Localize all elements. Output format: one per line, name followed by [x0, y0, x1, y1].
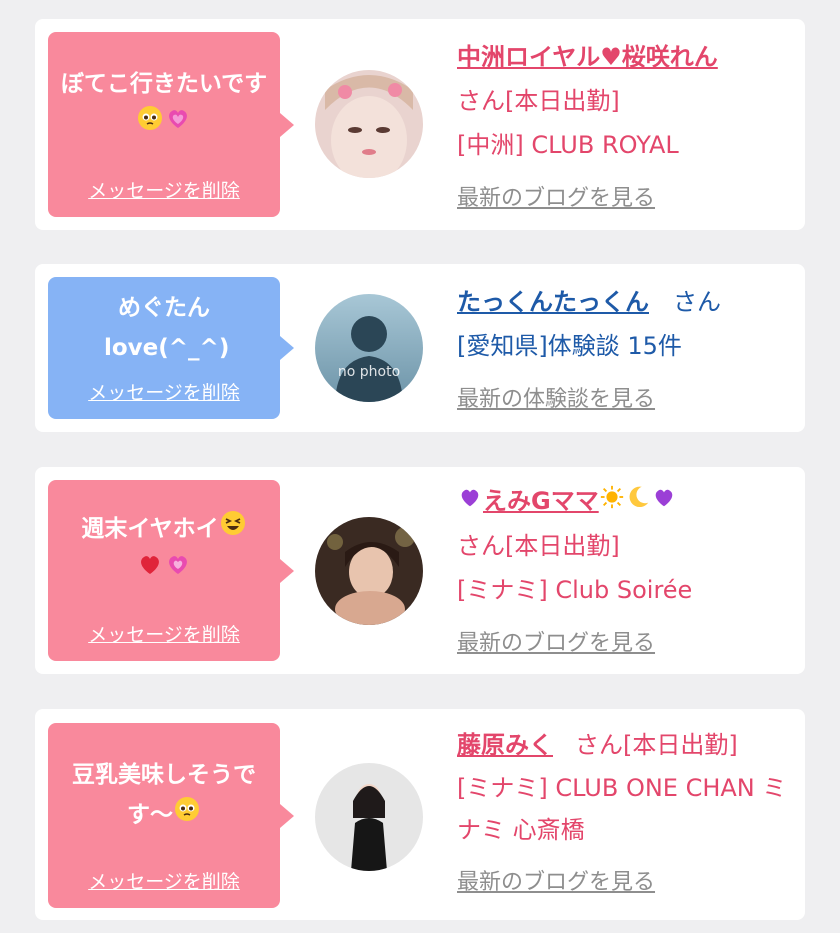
purple-heart-icon	[457, 480, 483, 524]
profile-info: たっくんたっくん さん [愛知県]体験談 15件 最新の体験談を見る	[457, 280, 797, 422]
latest-blog-link[interactable]: 最新のブログを見る	[457, 870, 655, 895]
pleading-face-icon	[173, 795, 201, 836]
message-card: めぐたん love(^_^) メッセージを削除 no photo たっくんたっく…	[35, 264, 805, 432]
no-photo-label: no photo	[337, 364, 401, 380]
avatar[interactable]	[315, 517, 423, 625]
profile-info: 藤原みく さん[本日出勤] [ミナミ] CLUB ONE CHAN ミナミ 心斎橋…	[457, 723, 797, 905]
shop-info: [ミナミ] Club Soirée	[457, 576, 693, 604]
growing-heart-icon	[164, 550, 192, 591]
delete-message-link[interactable]: メッセージを削除	[88, 378, 240, 405]
message-bubble: ぼてこ行きたいです メッセージを削除	[48, 32, 294, 217]
sparkling-heart-icon	[164, 104, 192, 145]
shop-info: [中洲] CLUB ROYAL	[457, 131, 679, 159]
profile-name-text: えみGママ	[483, 487, 599, 515]
latest-blog-link[interactable]: 最新のブログを見る	[457, 631, 655, 656]
avatar[interactable]	[315, 763, 423, 871]
pleading-face-icon	[136, 104, 164, 145]
name-suffix: さん[本日出勤]	[457, 532, 620, 560]
red-heart-icon	[136, 550, 164, 591]
message-text: 豆乳美味しそうです〜	[72, 761, 256, 828]
grinning-squinting-face-icon	[219, 509, 247, 550]
message-bubble: 豆乳美味しそうです〜 メッセージを削除	[48, 723, 294, 908]
profile-name-link[interactable]: 藤原みく	[457, 731, 553, 759]
crescent-moon-icon	[625, 480, 651, 524]
message-text-wrap: ぼてこ行きたいです	[48, 32, 280, 176]
sun-icon	[599, 480, 625, 524]
message-text: ぼてこ行きたいです	[60, 70, 268, 97]
name-suffix: さん	[673, 288, 721, 316]
message-list: ぼてこ行きたいです メッセージを削除 中洲ロイヤル♥桜咲れん さん[本日出勤] …	[0, 0, 840, 933]
avatar-no-photo[interactable]: no photo	[315, 294, 423, 402]
delete-message-link[interactable]: メッセージを削除	[88, 176, 240, 203]
delete-message-link[interactable]: メッセージを削除	[88, 620, 240, 647]
message-text-wrap: 週末イヤホイ	[71, 480, 256, 620]
message-card: 豆乳美味しそうです〜 メッセージを削除 藤原みく さん[本日出勤] [ミナミ] C…	[35, 709, 805, 920]
profile-name-link[interactable]: 中洲ロイヤル♥桜咲れん	[457, 43, 718, 71]
profile-info: 中洲ロイヤル♥桜咲れん さん[本日出勤] [中洲] CLUB ROYAL 最新の…	[457, 35, 797, 221]
latest-review-link[interactable]: 最新の体験談を見る	[457, 387, 655, 412]
message-card: 週末イヤホイ メッセージを削除 えみGママ さん[本日出勤] [ミナミ] Clu…	[35, 467, 805, 674]
message-bubble: 週末イヤホイ メッセージを削除	[48, 480, 294, 661]
message-text-wrap: めぐたん love(^_^)	[94, 277, 234, 378]
profile-name-link[interactable]: たっくんたっくん	[457, 288, 649, 316]
name-suffix: さん[本日出勤]	[457, 87, 620, 115]
profile-name-link[interactable]: えみGママ	[457, 485, 677, 515]
avatar[interactable]	[315, 70, 423, 178]
message-bubble: めぐたん love(^_^) メッセージを削除	[48, 277, 294, 419]
message-text-wrap: 豆乳美味しそうです〜	[48, 723, 280, 867]
shop-info: [ミナミ] CLUB ONE CHAN ミナミ 心斎橋	[457, 774, 787, 844]
profile-info: えみGママ さん[本日出勤] [ミナミ] Club Soirée 最新のブログを…	[457, 479, 797, 666]
delete-message-link[interactable]: メッセージを削除	[88, 867, 240, 894]
message-text: 週末イヤホイ	[81, 516, 219, 542]
message-text: めぐたん love(^_^)	[104, 294, 230, 361]
latest-blog-link[interactable]: 最新のブログを見る	[457, 186, 655, 211]
purple-heart-icon	[651, 480, 677, 524]
name-suffix: さん[本日出勤]	[575, 731, 738, 759]
message-card: ぼてこ行きたいです メッセージを削除 中洲ロイヤル♥桜咲れん さん[本日出勤] …	[35, 19, 805, 230]
review-count: [愛知県]体験談 15件	[457, 332, 682, 360]
